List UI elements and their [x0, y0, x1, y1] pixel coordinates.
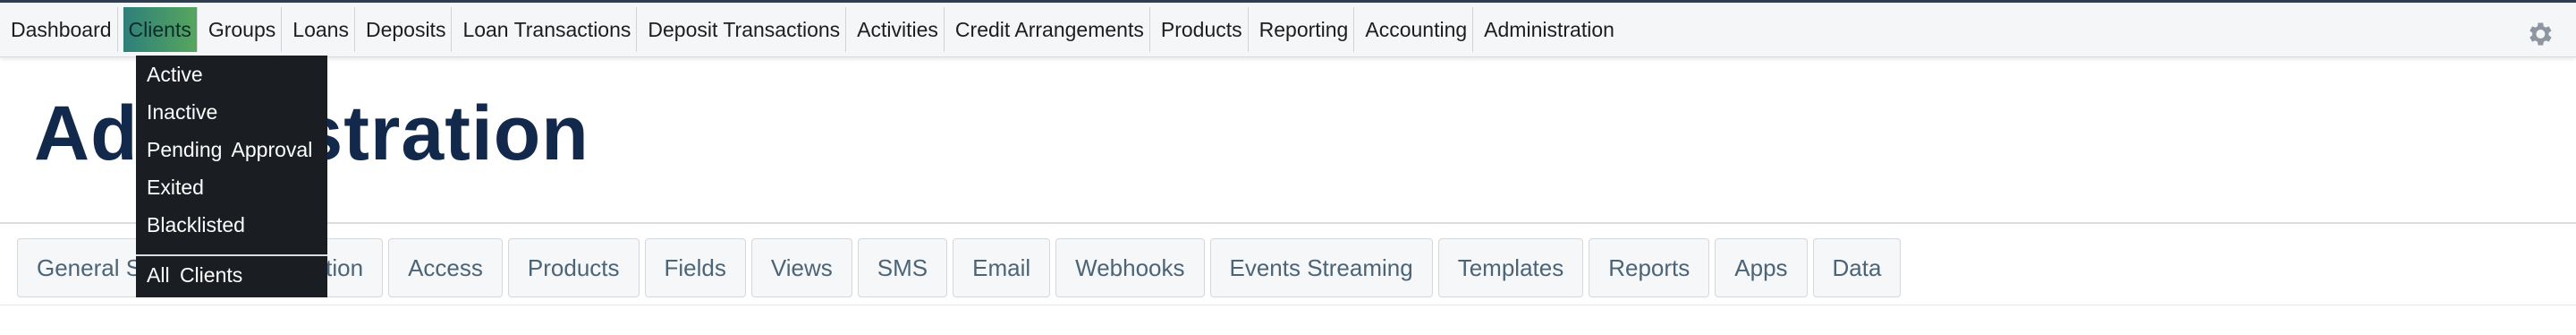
tab-views[interactable]: Views — [750, 238, 852, 297]
menu-divider — [136, 254, 327, 256]
nav-administration[interactable]: Administration — [1479, 7, 1620, 52]
tab-templates[interactable]: Templates — [1437, 238, 1584, 297]
nav-clients[interactable]: Clients — [123, 7, 198, 52]
nav-reporting[interactable]: Reporting — [1254, 7, 1355, 52]
nav-deposit-transactions[interactable]: Deposit Transactions — [642, 7, 847, 52]
menu-item-active[interactable]: Active — [147, 63, 203, 87]
nav-loan-transactions[interactable]: Loan Transactions — [457, 7, 638, 52]
tab-webhooks[interactable]: Webhooks — [1055, 238, 1205, 297]
nav-deposits[interactable]: Deposits — [360, 7, 453, 52]
tab-email[interactable]: Email — [953, 238, 1051, 297]
nav-activities[interactable]: Activities — [852, 7, 945, 52]
menu-item-exited[interactable]: Exited — [147, 176, 204, 200]
tab-data[interactable]: Data — [1812, 238, 1902, 297]
tab-access[interactable]: Access — [388, 238, 503, 297]
gear-icon[interactable] — [2524, 19, 2555, 49]
nav-loans[interactable]: Loans — [287, 7, 355, 52]
nav-groups[interactable]: Groups — [203, 7, 283, 52]
tab-apps[interactable]: Apps — [1715, 238, 1808, 297]
nav-products[interactable]: Products — [1156, 7, 1249, 52]
tab-reports[interactable]: Reports — [1589, 238, 1710, 297]
nav-credit-arrangements[interactable]: Credit Arrangements — [950, 7, 1150, 52]
clients-dropdown-menu: Active Inactive Pending Approval Exited … — [136, 56, 327, 297]
nav-dashboard[interactable]: Dashboard — [5, 7, 118, 52]
menu-item-all-clients[interactable]: All Clients — [147, 263, 242, 288]
top-navigation-bar: Dashboard Clients Groups Loans Deposits … — [0, 0, 2576, 57]
menu-item-inactive[interactable]: Inactive — [147, 100, 217, 125]
tab-products[interactable]: Products — [507, 238, 640, 297]
menu-item-blacklisted[interactable]: Blacklisted — [147, 213, 245, 237]
menu-item-pending-approval[interactable]: Pending Approval — [147, 138, 312, 162]
tab-fields[interactable]: Fields — [644, 238, 746, 297]
tab-sms[interactable]: SMS — [857, 238, 948, 297]
tab-events-streaming[interactable]: Events Streaming — [1209, 238, 1433, 297]
nav-accounting[interactable]: Accounting — [1360, 7, 1474, 52]
section-divider — [0, 222, 2576, 224]
